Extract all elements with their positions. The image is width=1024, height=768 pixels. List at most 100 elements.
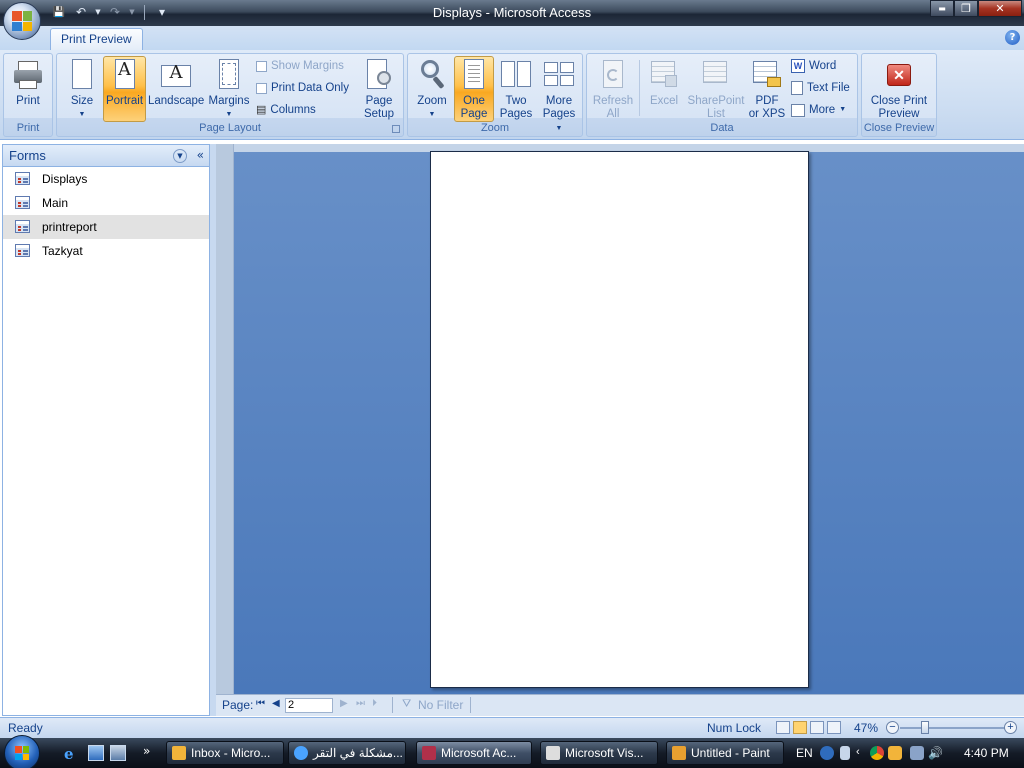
two-pages-icon — [500, 59, 532, 91]
print-preview-view-icon[interactable] — [776, 721, 790, 734]
title-bar: 💾 ↶ ▼ ↷ ▼ ▾ Displays - Microsoft Access … — [0, 0, 1024, 26]
last-page-icon[interactable]: ⏭ — [356, 698, 365, 709]
margins-icon — [213, 59, 245, 91]
close-print-preview-button[interactable]: ✕ Close Print Preview — [865, 57, 933, 121]
more-export-dropdown-icon: ▼ — [839, 106, 847, 113]
word-label: Word — [809, 60, 837, 72]
internet-explorer-icon[interactable]: e — [64, 745, 80, 763]
tray-expand-icon[interactable]: ‹ — [856, 746, 860, 758]
tab-print-preview[interactable]: Print Preview — [50, 28, 143, 50]
one-page-label-2: Page — [460, 108, 488, 120]
sharepoint-label-2: List — [707, 108, 725, 120]
printer-icon — [12, 59, 44, 91]
columns-label: Columns — [270, 104, 316, 116]
help-tray-icon[interactable] — [820, 746, 834, 760]
close-button[interactable]: ✕ — [978, 0, 1022, 17]
nav-item-tazkyat[interactable]: Tazkyat — [3, 239, 209, 263]
size-button[interactable]: Size ▼ — [63, 57, 101, 121]
volume-tray-icon[interactable]: 🔊 — [928, 746, 943, 760]
word-button[interactable]: W Word — [791, 56, 836, 76]
taskbar-button-inbox[interactable]: Inbox - Micro... — [166, 741, 284, 765]
zoom-slider-thumb[interactable] — [921, 721, 929, 734]
portrait-button[interactable]: A Portrait — [103, 56, 146, 122]
previous-page-icon[interactable]: ◀ — [272, 698, 280, 709]
design-view-icon[interactable] — [827, 721, 841, 734]
columns-button[interactable]: ▤ Columns — [256, 100, 316, 120]
nav-item-main[interactable]: Main — [3, 191, 209, 215]
landscape-button[interactable]: A Landscape — [148, 57, 204, 121]
help-icon[interactable]: ? — [1005, 30, 1020, 45]
sharepoint-list-button[interactable]: SharePoint List — [685, 57, 747, 121]
pdf-label-1: PDF — [755, 95, 779, 107]
sharepoint-icon — [700, 59, 732, 91]
office-button[interactable] — [3, 2, 41, 40]
group-zoom: Zoom ▼ One Page Two Pages More Pages ▼ Z… — [407, 53, 583, 137]
zoom-in-icon[interactable]: + — [1004, 721, 1017, 734]
more-export-button[interactable]: More ▼ — [791, 100, 846, 120]
two-pages-button[interactable]: Two Pages — [496, 57, 536, 121]
zoom-label: Zoom — [417, 95, 447, 107]
no-filter-button[interactable]: No Filter — [418, 698, 463, 712]
margins-label: Margins — [208, 95, 250, 107]
nav-menu-dropdown-icon[interactable]: ▼ — [173, 149, 187, 163]
more-export-icon — [791, 103, 805, 117]
report-view-icon[interactable] — [793, 721, 807, 734]
more-pages-label-2: Pages — [542, 108, 576, 120]
show-margins-checkbox[interactable]: Show Margins — [256, 56, 344, 76]
task-label: Inbox - Micro... — [191, 746, 271, 760]
zoom-out-icon[interactable]: − — [886, 721, 899, 734]
layout-view-icon[interactable] — [810, 721, 824, 734]
language-indicator[interactable]: EN — [796, 746, 813, 760]
minimize-button[interactable]: ▬ — [930, 0, 954, 17]
clock[interactable]: 4:40 PM — [964, 746, 1009, 760]
quick-launch-more-icon[interactable]: » — [143, 744, 150, 758]
first-page-icon[interactable]: ⏮ — [256, 698, 265, 709]
excel-button[interactable]: Excel — [643, 57, 685, 121]
task-label: Untitled - Paint — [691, 746, 770, 760]
zoom-slider-track[interactable] — [900, 727, 1010, 729]
taskbar-button-visio[interactable]: Microsoft Vis... — [540, 741, 658, 765]
zoom-button[interactable]: Zoom ▼ — [412, 57, 452, 121]
status-bar: Ready Num Lock 47% − + — [0, 717, 1024, 738]
taskbar-button-access[interactable]: Microsoft Ac... — [416, 741, 532, 765]
print-data-only-checkbox[interactable]: Print Data Only — [256, 78, 349, 98]
next-page-icon[interactable]: ▶ — [340, 698, 348, 709]
page-setup-button[interactable]: Page Setup — [359, 57, 399, 121]
nav-item-printreport[interactable]: printreport — [3, 215, 209, 239]
chrome-tray-icon[interactable] — [870, 746, 884, 760]
text-file-label: Text File — [807, 82, 850, 94]
start-button[interactable] — [4, 735, 40, 768]
text-file-button[interactable]: Text File — [791, 78, 850, 98]
messenger-tray-icon[interactable] — [888, 746, 902, 760]
print-button[interactable]: Print — [6, 57, 50, 121]
show-margins-check — [256, 60, 267, 72]
new-record-icon[interactable]: ⏵ — [372, 698, 377, 709]
more-pages-button[interactable]: More Pages ▼ — [538, 57, 580, 132]
preview-page[interactable] — [430, 151, 809, 688]
pdf-xps-button[interactable]: PDF or XPS — [747, 57, 787, 121]
nav-item-label: Displays — [42, 172, 88, 186]
switch-windows-icon[interactable] — [110, 745, 126, 761]
margins-button[interactable]: Margins ▼ — [206, 57, 252, 121]
refresh-all-button[interactable]: Refresh All — [589, 57, 637, 121]
page-number-input[interactable]: 2 — [285, 698, 333, 713]
taskbar-button-browser[interactable]: مشكلة في التقر... — [288, 741, 406, 765]
print-preview-area[interactable] — [216, 144, 1024, 694]
recbar-separator — [392, 697, 393, 713]
one-page-button[interactable]: One Page — [454, 56, 494, 122]
close-preview-icon: ✕ — [883, 59, 915, 91]
more-pages-label-1: More — [545, 95, 573, 107]
monitor-tray-icon[interactable] — [910, 746, 924, 760]
nav-item-displays[interactable]: Displays — [3, 167, 209, 191]
show-desktop-icon[interactable] — [88, 745, 104, 761]
zoom-percentage[interactable]: 47% — [854, 721, 878, 735]
page-layout-dialog-launcher-icon[interactable] — [392, 125, 400, 133]
shutter-bar-collapse-icon[interactable]: « — [197, 148, 204, 162]
nav-title[interactable]: Forms — [9, 148, 46, 163]
restore-button[interactable]: ❐ — [954, 0, 978, 17]
two-pages-label-1: Two — [505, 95, 527, 107]
network-tray-icon[interactable] — [840, 746, 850, 760]
taskbar-button-paint[interactable]: Untitled - Paint — [666, 741, 784, 765]
landscape-icon: A — [160, 59, 192, 91]
page-setup-label-2: Setup — [363, 108, 395, 120]
